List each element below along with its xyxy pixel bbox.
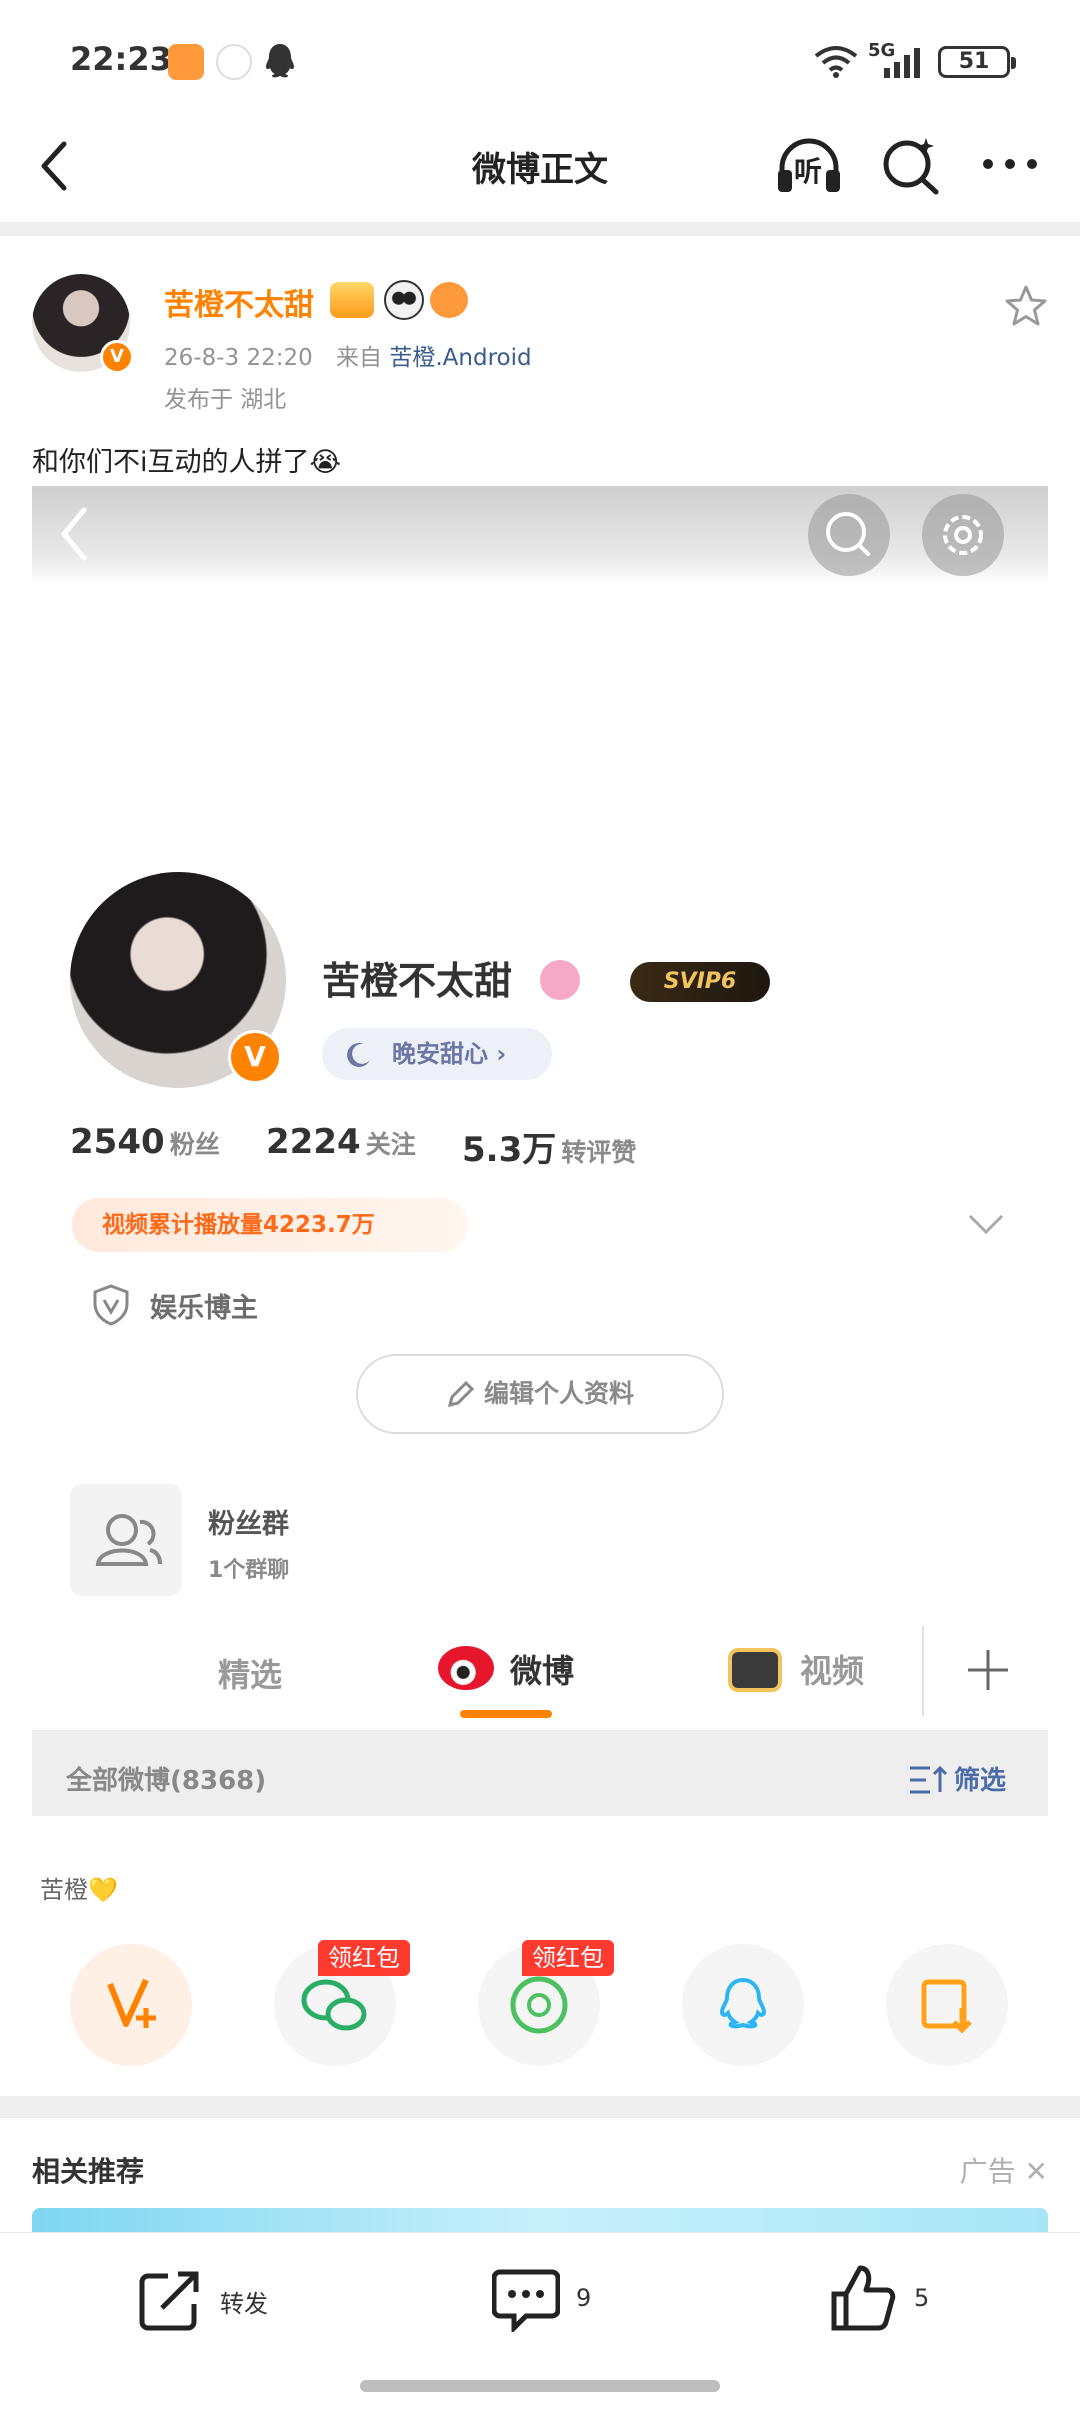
home-indicator[interactable]: [360, 2380, 720, 2392]
battery-icon: 51: [938, 46, 1016, 78]
post-location: 发布于 湖北: [164, 387, 287, 413]
edit-profile-button: 编辑个人资料: [356, 1354, 724, 1434]
tab-weibo: 微博: [510, 1652, 575, 1690]
stat-following-num: 2224: [266, 1122, 361, 1162]
qq-icon: [266, 44, 294, 78]
headphones-icon[interactable]: 听: [774, 134, 844, 196]
repost-label[interactable]: 转发: [220, 2284, 268, 2319]
mood-label: 晚安甜心: [392, 1040, 488, 1068]
tab-featured: 精选: [218, 1656, 283, 1694]
image-search-icon: [808, 494, 890, 576]
stat-interactions-label: 转评赞: [561, 1138, 637, 1167]
post-meta: 26-8-3 22:20 来自 苦橙.Android: [164, 338, 532, 372]
panda-badge-icon: [384, 280, 424, 320]
related-title: 相关推荐: [32, 2155, 145, 2188]
author-name[interactable]: 苦橙不太甜: [164, 280, 314, 324]
weibo-small-icon: [216, 44, 252, 80]
stat-fans-num: 2540: [70, 1122, 165, 1162]
like-count[interactable]: 5: [914, 2284, 929, 2312]
ad-label[interactable]: 广告 ✕: [960, 2150, 1048, 2190]
repost-icon[interactable]: [138, 2268, 204, 2332]
ad-text: 广告: [959, 2155, 1016, 2188]
share-qq-button[interactable]: [682, 1944, 804, 2066]
app-notification-icon: [168, 44, 204, 80]
image-settings-icon: [922, 494, 1004, 576]
stat-fans-label: 粉丝: [169, 1130, 220, 1159]
all-weibo-count: 全部微博(8368): [66, 1766, 267, 1796]
stat-interactions-num: 5.3万: [462, 1130, 557, 1170]
stat-fans: 2540 粉丝: [70, 1122, 220, 1162]
profile-name: 苦橙不太甜: [322, 959, 513, 1003]
tab-divider: [922, 1626, 924, 1716]
fish-badge-icon: [430, 282, 468, 318]
section-divider: [0, 2096, 1080, 2118]
from-label: 来自: [336, 345, 383, 371]
svip-badge: SVIP6: [630, 962, 770, 1002]
comment-icon[interactable]: [492, 2268, 560, 2332]
post-image[interactable]: V 苦橙不太甜 SVIP6 晚安甜心 › 2540 粉丝 2224 关注 5.3…: [32, 486, 1048, 1816]
mood-chip: 晚安甜心 ›: [322, 1028, 552, 1080]
expand-chevron-icon: [968, 1214, 1004, 1235]
role-label: 娱乐博主: [150, 1293, 258, 1324]
share-save-image-button[interactable]: [886, 1944, 1008, 2066]
search-sparkle-icon[interactable]: [880, 134, 942, 196]
shield-icon: [93, 1284, 129, 1326]
post-source[interactable]: 苦橙.Android: [389, 345, 531, 371]
signal-icon: [884, 48, 920, 78]
verified-badge-icon: V: [100, 340, 134, 374]
red-packet-tag: 领红包: [318, 1940, 410, 1976]
share-hint: 苦橙💛: [40, 1876, 118, 1904]
stat-interactions: 5.3万 转评赞: [462, 1122, 636, 1171]
header-divider: [0, 222, 1080, 236]
female-icon: [540, 960, 580, 1000]
status-time: 22:23: [70, 40, 172, 78]
image-top-bar: [32, 486, 1048, 586]
fan-group-icon: [70, 1484, 182, 1596]
more-dots-icon[interactable]: [980, 152, 1040, 176]
favorite-star-icon[interactable]: [1004, 284, 1048, 328]
post-text: 和你们不i互动的人拼了😭: [32, 447, 342, 478]
active-tab-underline: [460, 1710, 552, 1718]
tab-video: 视频: [800, 1652, 865, 1690]
qq-share-icon: [719, 1977, 767, 2029]
edit-profile-label: 编辑个人资料: [483, 1379, 634, 1408]
moon-icon: [347, 1042, 370, 1067]
video-tab-icon: [728, 1648, 782, 1692]
fan-group-title: 粉丝群: [208, 1509, 289, 1540]
red-packet-tag-2: 领红包: [522, 1940, 614, 1976]
like-icon[interactable]: [830, 2264, 898, 2332]
image-back-icon: [60, 507, 87, 561]
add-tab-icon: [968, 1650, 1008, 1690]
filter-icon: [910, 1765, 948, 1794]
video-views-chip: 视频累计播放量4223.7万: [72, 1198, 468, 1252]
profile-verified-icon: V: [228, 1030, 282, 1084]
post-time: 26-8-3 22:20: [164, 345, 313, 371]
wifi-icon: [814, 46, 858, 78]
crown-badge-icon: [330, 282, 374, 318]
share-vplus-button[interactable]: [70, 1944, 192, 2066]
all-weibo-bar: 全部微博(8368) 筛选: [32, 1730, 1048, 1816]
save-image-icon: [921, 1979, 972, 2034]
stat-following-label: 关注: [365, 1130, 416, 1159]
filter-label: 筛选: [954, 1766, 1007, 1796]
vplus-icon: [107, 1978, 156, 2028]
stat-following: 2224 关注: [266, 1122, 416, 1162]
weibo-logo-icon: [438, 1646, 494, 1690]
listen-label: 听: [794, 155, 823, 188]
pencil-icon: [447, 1380, 475, 1408]
fan-group-subtitle: 1个群聊: [208, 1558, 290, 1583]
comment-count[interactable]: 9: [576, 2284, 591, 2312]
